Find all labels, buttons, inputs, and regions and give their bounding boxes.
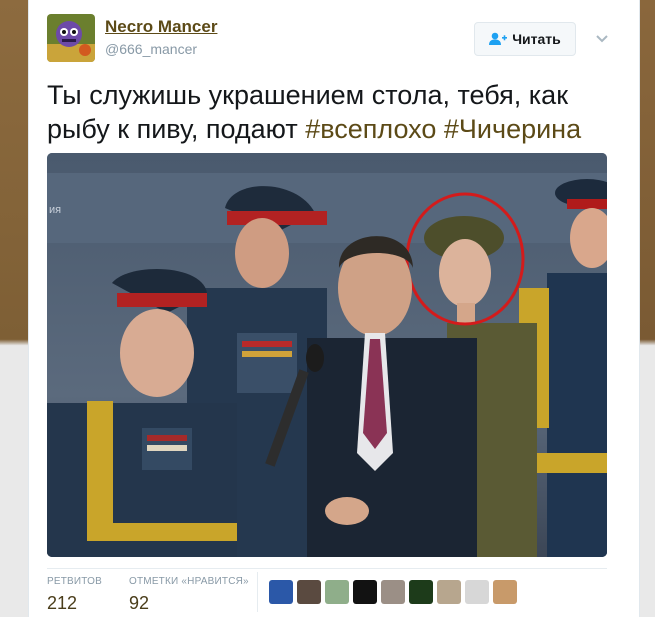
hashtag-link[interactable]: #всеплохо bbox=[305, 114, 436, 144]
tweet-photo[interactable]: ия bbox=[47, 153, 607, 557]
chevron-down-icon bbox=[596, 35, 608, 43]
author-name[interactable]: Necro Mancer bbox=[105, 17, 217, 37]
tweet-text: Ты служишь украшением стола, тебя, как р… bbox=[47, 78, 617, 146]
hashtag-link[interactable]: #Чичерина bbox=[444, 114, 581, 144]
liker-avatar[interactable] bbox=[381, 580, 405, 604]
liker-avatars bbox=[269, 580, 521, 604]
add-user-icon bbox=[489, 32, 508, 45]
tweet-card: Necro Mancer @666_mancer Читать Ты служи… bbox=[28, 0, 640, 617]
liker-avatar[interactable] bbox=[493, 580, 517, 604]
likes-label: ОТМЕТКИ «НРАВИТСЯ» bbox=[129, 576, 249, 587]
follow-button-label: Читать bbox=[512, 31, 561, 47]
follow-button[interactable]: Читать bbox=[474, 22, 576, 56]
retweets-count: 212 bbox=[47, 593, 78, 613]
avatar-image bbox=[47, 14, 95, 62]
photo-image: ия bbox=[47, 153, 607, 557]
more-options-button[interactable] bbox=[592, 28, 612, 48]
retweets-label: РЕТВИТОВ bbox=[47, 576, 103, 587]
liker-avatar[interactable] bbox=[325, 580, 349, 604]
liker-avatar[interactable] bbox=[437, 580, 461, 604]
liker-avatar[interactable] bbox=[353, 580, 377, 604]
photo-overlay-text: ия bbox=[49, 204, 61, 216]
liker-avatar[interactable] bbox=[297, 580, 321, 604]
stats-separator bbox=[257, 572, 258, 612]
liker-avatar[interactable] bbox=[465, 580, 489, 604]
author-handle[interactable]: @666_mancer bbox=[105, 41, 197, 57]
stats-divider bbox=[47, 568, 607, 569]
liker-avatar[interactable] bbox=[269, 580, 293, 604]
likes-count: 92 bbox=[129, 593, 150, 613]
likes-stat[interactable]: ОТМЕТКИ «НРАВИТСЯ» 92 bbox=[129, 576, 249, 614]
retweets-stat[interactable]: РЕТВИТОВ 212 bbox=[47, 576, 102, 614]
liker-avatar[interactable] bbox=[409, 580, 433, 604]
author-avatar[interactable] bbox=[47, 14, 95, 62]
